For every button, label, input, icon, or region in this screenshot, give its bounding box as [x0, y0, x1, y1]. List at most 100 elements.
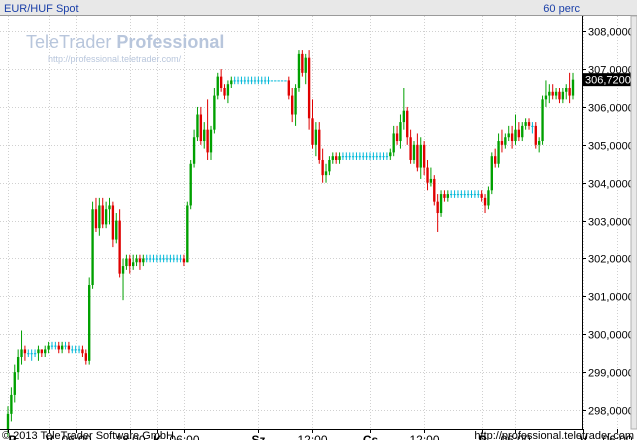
x-tick-label: Sz: [251, 433, 265, 440]
candle-body: [145, 258, 148, 260]
candle-body: [277, 80, 280, 82]
candle-body: [463, 194, 466, 196]
x-tick-label: 12:00: [297, 433, 327, 440]
candle-body: [182, 258, 186, 263]
candle-body: [104, 209, 108, 225]
candle-body: [362, 156, 365, 158]
candle-body: [162, 258, 165, 260]
candle-body: [250, 80, 253, 82]
candle-body: [243, 80, 247, 82]
candle-body: [358, 156, 362, 158]
candle-body: [169, 258, 172, 260]
candle-body: [399, 122, 402, 142]
candle-body: [470, 194, 473, 196]
candle-body: [128, 258, 131, 267]
candle: [284, 80, 287, 82]
candle-body: [331, 156, 334, 160]
instrument-title[interactable]: EUR/HUF Spot: [4, 3, 79, 15]
candle-body: [504, 137, 507, 145]
candle-body: [101, 205, 104, 225]
candle-body: [321, 159, 324, 176]
candle-body: [148, 258, 152, 260]
candle-body: [33, 353, 37, 355]
candle-body: [307, 57, 311, 119]
candle-body: [348, 156, 351, 158]
candle-body: [192, 137, 196, 164]
x-tick-label: 06:00: [169, 433, 199, 440]
candle-body: [257, 80, 260, 82]
candle-body: [179, 258, 182, 260]
candle-body: [406, 110, 409, 138]
candle: [490, 152, 493, 195]
candle-body: [253, 80, 257, 82]
candle-body: [223, 87, 226, 96]
watermark-brand-regular: TeleTrader: [26, 32, 116, 52]
chart-header-bar: [0, 0, 637, 15]
candle: [277, 80, 280, 82]
candle-body: [121, 266, 125, 274]
candle: [270, 80, 274, 82]
y-tick-label: 305,0000: [588, 141, 634, 153]
candle-body: [524, 122, 527, 126]
candle-body: [558, 91, 561, 100]
candle-body: [304, 57, 307, 73]
candle-body: [527, 122, 531, 126]
last-price-label: 306,7200: [585, 75, 631, 87]
candle-body: [460, 194, 463, 196]
candle-body: [196, 114, 199, 138]
candle-body: [341, 156, 345, 158]
candle: [301, 50, 304, 77]
candle-body: [115, 220, 118, 240]
candle-body: [416, 144, 419, 168]
candle-body: [318, 129, 321, 160]
candle-body: [77, 349, 81, 351]
candle-body: [372, 156, 375, 158]
candle-body: [155, 258, 159, 260]
price-chart[interactable]: EUR/HUF Spot 60 perc TeleTrader Professi…: [0, 0, 637, 445]
candle-body: [334, 156, 338, 160]
candle-body: [328, 159, 331, 172]
candle-body: [548, 91, 551, 96]
candle-body: [311, 118, 314, 145]
candle-body: [294, 87, 297, 115]
candle-body: [230, 80, 233, 85]
candle-body: [514, 129, 517, 142]
interval-label[interactable]: 60 perc: [543, 3, 580, 15]
candle-body: [541, 99, 544, 142]
candle-body: [57, 345, 60, 350]
candle-body: [453, 194, 456, 196]
footer-url[interactable]: http://professional.teletrader.com: [474, 430, 634, 442]
candle-body: [534, 125, 537, 145]
candle: [186, 201, 189, 263]
candle-body: [510, 133, 514, 142]
candle-body: [64, 345, 67, 347]
candle-body: [91, 209, 94, 286]
candle-body: [456, 194, 460, 196]
x-tick-label: Cs: [363, 433, 379, 440]
candle-body: [186, 205, 189, 263]
candle-body: [152, 258, 155, 260]
candle-body: [412, 144, 416, 160]
plot-area[interactable]: [0, 16, 582, 429]
y-tick-label: 299,0000: [588, 368, 634, 380]
candle-body: [497, 141, 500, 164]
watermark-brand: TeleTrader Professional: [26, 32, 224, 52]
candle-body: [419, 144, 422, 168]
candle-body: [13, 372, 16, 395]
candle-body: [16, 357, 20, 373]
y-scrollbar[interactable]: [630, 15, 637, 430]
candle-body: [487, 190, 490, 206]
candle-body: [382, 156, 385, 158]
candle-body: [483, 197, 487, 206]
candle-body: [500, 141, 504, 145]
candle-body: [345, 156, 348, 158]
y-tick-label: 298,0000: [588, 406, 634, 418]
candle-body: [355, 156, 358, 158]
candle-body: [274, 80, 277, 82]
candle-body: [443, 194, 446, 198]
candle-body: [47, 345, 50, 350]
y-tick-label: 300,0000: [588, 330, 634, 342]
candle-body: [267, 80, 270, 82]
candle-body: [314, 129, 318, 145]
candle-body: [131, 262, 135, 267]
